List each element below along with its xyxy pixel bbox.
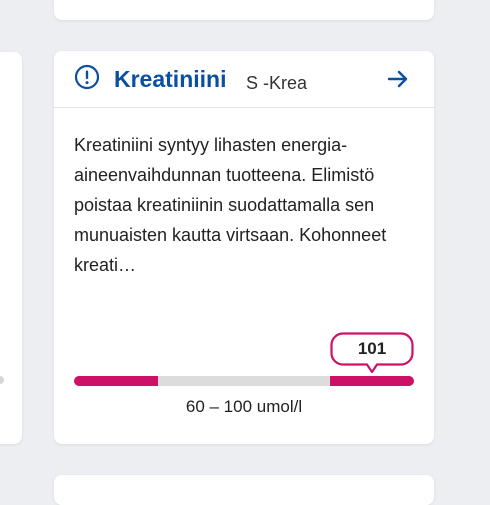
arrow-right-icon[interactable] xyxy=(386,67,410,91)
alert-circle-icon xyxy=(74,64,100,90)
result-value: 101 xyxy=(357,339,387,358)
reference-range-label: 60 – 100 umol/l xyxy=(185,397,303,416)
test-abbreviation: S -Krea xyxy=(246,73,308,93)
result-value-bubble: 101 xyxy=(330,332,414,374)
card-header[interactable]: Kreatiniini S -Krea xyxy=(54,51,434,108)
test-name: Kreatiniini xyxy=(114,66,227,92)
test-description: Kreatiniini syntyy lihasten energia­aine… xyxy=(74,135,387,275)
reference-range-bar xyxy=(74,376,414,386)
lab-result-card[interactable]: Kreatiniini S -Krea Kreatiniini syntyy l… xyxy=(54,51,434,444)
range-high-segment xyxy=(330,376,414,386)
adjacent-result-card[interactable] xyxy=(0,52,22,444)
previous-result-card[interactable] xyxy=(54,0,434,20)
range-low-segment xyxy=(74,376,158,386)
